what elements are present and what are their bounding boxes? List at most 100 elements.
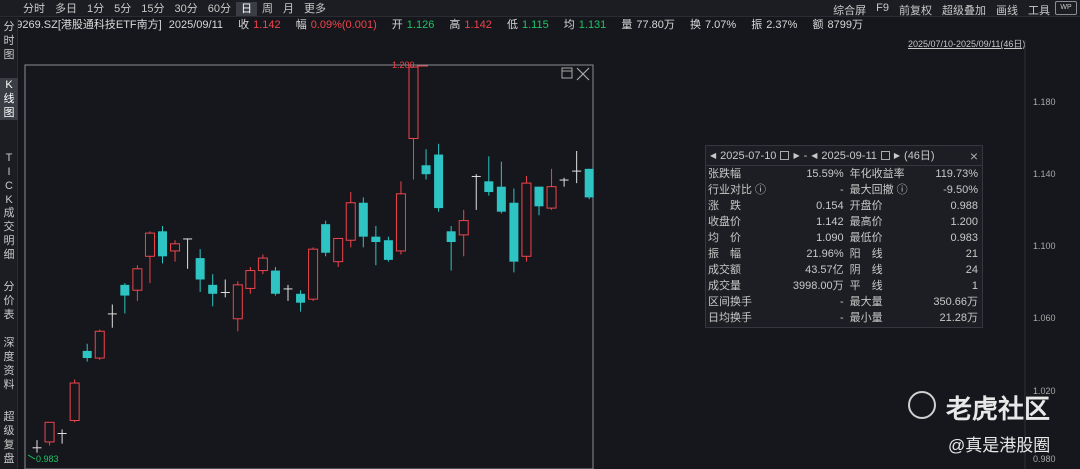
candle-body[interactable] [559, 179, 569, 181]
candle-body[interactable] [408, 66, 419, 139]
min-price-label: 0.983 [36, 454, 59, 464]
candle-body[interactable] [195, 258, 205, 280]
stats-label: 均 价 [708, 232, 741, 244]
start-date[interactable]: 2025-07-10 [718, 146, 778, 166]
candle-body[interactable] [94, 330, 105, 359]
candle-body[interactable] [509, 202, 519, 262]
candle-body[interactable] [69, 382, 80, 422]
candle-body[interactable] [371, 236, 381, 243]
stats-row: 日均换手 - 最小量 21.28万 [706, 310, 982, 326]
candle-body[interactable] [345, 202, 356, 241]
day-count: (46日) [904, 149, 935, 162]
end-prev-arrow-icon[interactable]: ◀ [809, 146, 819, 166]
stats-value: 3998.00万 [792, 280, 844, 292]
candle-body[interactable] [57, 433, 67, 435]
stats-label: 最高价 [849, 216, 883, 228]
stats-value: 43.57亿 [805, 264, 844, 276]
panel-close-icon[interactable]: × [970, 146, 978, 166]
candle-body[interactable] [358, 202, 368, 237]
stats-value: 350.66万 [933, 296, 978, 308]
range-stats-header: ◀ 2025-07-10 ▶ - ◀ 2025-09-11 ▶ (46日) × [706, 146, 982, 166]
stats-label: 成交量 [708, 280, 741, 292]
end-date[interactable]: 2025-09-11 [819, 146, 878, 166]
candle-body[interactable] [521, 182, 532, 257]
y-tick-1140: 1.140 [1033, 169, 1056, 179]
candle-body[interactable] [584, 168, 594, 198]
stats-label: 平 线 [849, 280, 883, 292]
candle-body[interactable] [158, 231, 167, 257]
candle-body[interactable] [496, 186, 506, 212]
candle-body[interactable] [421, 165, 431, 175]
start-prev-arrow-icon[interactable]: ◀ [708, 146, 718, 166]
watermark-author: @真是港股圈 [948, 436, 1051, 455]
stats-row: 振 幅 21.96% 阳 线 21 [706, 246, 982, 262]
watermark: 老虎社区 [908, 389, 1068, 429]
frame-close-icon[interactable] [576, 67, 590, 81]
candle-body[interactable] [107, 313, 117, 315]
max-price-label: 1.200 [392, 60, 415, 70]
stats-row: 张跌幅 15.59% 年化收益率 119.73% [706, 166, 982, 182]
stats-row: 区间换手 - 最大量 350.66万 [706, 294, 982, 310]
stats-value: 1.142 [816, 216, 844, 228]
stats-label: 年化收益率 [849, 168, 905, 180]
stats-value: 0.988 [950, 200, 978, 212]
frame-maximize-icon[interactable] [561, 67, 573, 79]
candle-body[interactable] [208, 284, 218, 294]
candle-body[interactable] [321, 224, 331, 253]
candle-body[interactable] [434, 154, 444, 209]
stats-label: 阳 线 [849, 248, 883, 260]
y-tick-1180: 1.180 [1033, 97, 1056, 107]
stats-value: 119.73% [935, 168, 978, 180]
range-stats-panel: ◀ 2025-07-10 ▶ - ◀ 2025-09-11 ▶ (46日) × … [705, 145, 983, 328]
y-tick-1060: 1.060 [1033, 313, 1056, 323]
stats-value: 1 [971, 280, 978, 292]
candle-body[interactable] [458, 220, 469, 236]
candle-body[interactable] [572, 170, 582, 172]
candle-body[interactable] [183, 238, 193, 240]
candle-body[interactable] [395, 193, 406, 252]
start-next-arrow-icon[interactable]: ▶ [791, 146, 801, 166]
candle-body[interactable] [32, 447, 42, 449]
watermark-brand: 老虎社区 [946, 394, 1051, 424]
candle-body[interactable] [144, 232, 155, 257]
candle-body[interactable] [296, 293, 306, 303]
stats-label: 最大回撤 ⓘ [849, 184, 908, 196]
candle-body[interactable] [546, 186, 557, 209]
candle-body[interactable] [170, 243, 181, 252]
tiger-logo-icon [908, 391, 936, 419]
stats-label: 最低价 [849, 232, 883, 244]
candle-body[interactable] [333, 237, 344, 263]
candle-body[interactable] [44, 421, 55, 443]
candle-body[interactable] [534, 186, 544, 207]
candle-body[interactable] [82, 350, 92, 359]
stats-label: 涨 跌 [708, 200, 741, 212]
candle-body[interactable] [484, 181, 494, 193]
stats-value: - [839, 184, 844, 196]
candle-body[interactable] [471, 175, 481, 177]
candle-body[interactable] [232, 284, 243, 320]
stats-row: 行业对比 ⓘ - 最大回撤 ⓘ -9.50% [706, 182, 982, 198]
candle-body[interactable] [220, 291, 230, 293]
stats-row: 成交量 3998.00万平 线 1 [706, 278, 982, 294]
candle-body[interactable] [245, 270, 256, 289]
stats-value: 21.28万 [939, 312, 978, 324]
candle-body[interactable] [257, 257, 268, 272]
stats-row: 收盘价 1.142 最高价 1.200 [706, 214, 982, 230]
stats-row: 涨 跌 0.154 开盘价 0.988 [706, 198, 982, 214]
stats-value: - [839, 296, 844, 308]
candle-body[interactable] [446, 231, 456, 243]
stats-value: - [839, 312, 844, 324]
stats-label: 行业对比 ⓘ [708, 184, 767, 196]
candle-body[interactable] [270, 270, 280, 294]
start-calendar-icon[interactable] [780, 151, 790, 160]
end-calendar-icon[interactable] [880, 151, 890, 160]
stats-label: 开盘价 [849, 200, 883, 212]
range-stats-table: 张跌幅 15.59% 年化收益率 119.73% 行业对比 ⓘ - 最大回撤 ⓘ -9.50%… [706, 166, 982, 326]
candle-body[interactable] [132, 268, 143, 291]
end-next-arrow-icon[interactable]: ▶ [892, 146, 902, 166]
candle-body[interactable] [308, 248, 319, 300]
candle-body[interactable] [383, 240, 393, 260]
candle-body[interactable] [283, 288, 293, 290]
candle-body[interactable] [120, 284, 130, 296]
stats-value: -9.50% [943, 184, 978, 196]
